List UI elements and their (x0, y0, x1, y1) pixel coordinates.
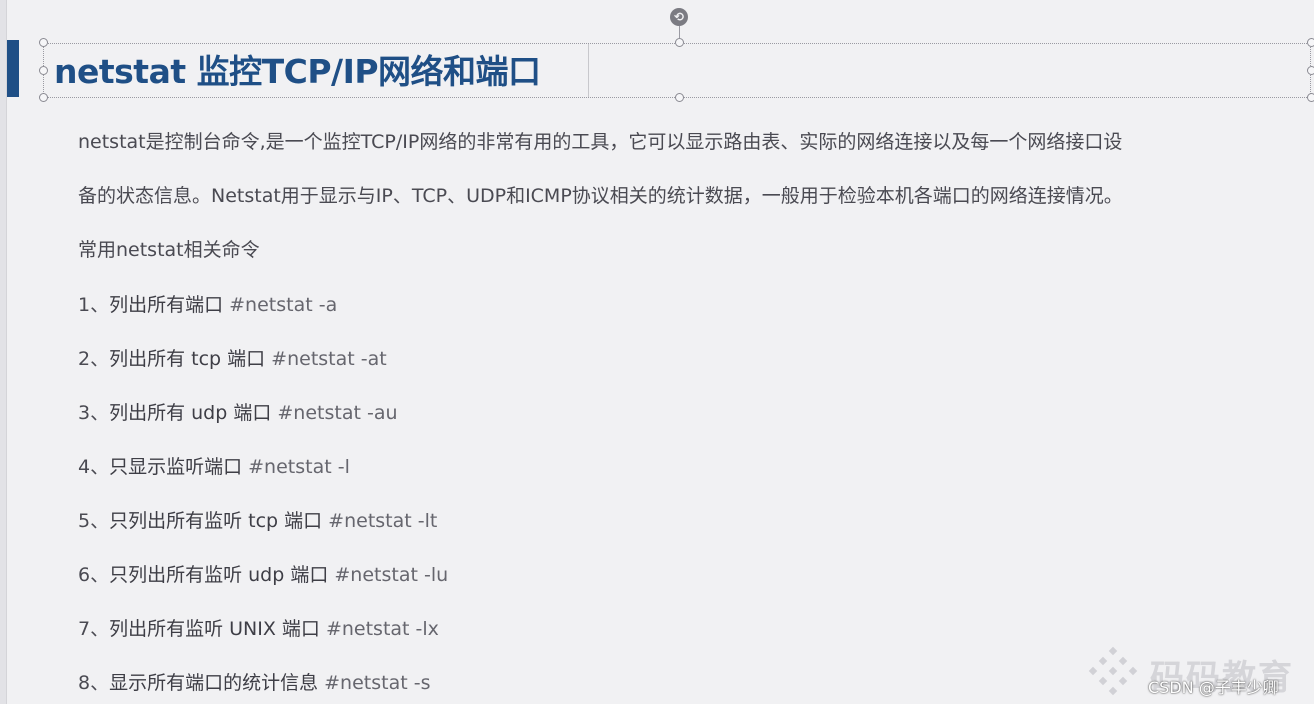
csdn-credit: CSDN @子丰少卿 (1148, 678, 1279, 697)
command-description: 显示所有端口的统计信息 (109, 672, 325, 694)
resize-handle-bottom-center[interactable] (675, 93, 684, 102)
command-item: 2、列出所有 tcp 端口 #netstat -at (78, 334, 1303, 388)
slide-title[interactable]: netstat 监控TCP/IP网络和端口 (54, 48, 541, 96)
slide-body[interactable]: netstat是控制台命令,是一个监控TCP/IP网络的非常有用的工具，它可以显… (78, 118, 1303, 704)
command-description: 列出所有监听 UNIX 端口 (109, 618, 326, 640)
paragraph-line: 备的状态信息。Netstat用于显示与IP、TCP、UDP和ICMP协议相关的统… (78, 185, 1123, 207)
resize-handle-bottom-left[interactable] (39, 93, 48, 102)
resize-handle-top-center[interactable] (675, 38, 684, 47)
command-code: #netstat -l (248, 456, 350, 478)
command-code: #netstat -at (271, 348, 387, 370)
command-number: 6、 (78, 564, 110, 586)
resize-handle-bottom-right[interactable] (1307, 93, 1314, 102)
command-number: 8、 (78, 672, 110, 694)
command-code: #netstat -au (277, 402, 398, 424)
resize-handle-middle-right[interactable] (1307, 66, 1314, 75)
slide-left-edge (0, 0, 7, 704)
command-number: 7、 (78, 618, 110, 640)
command-number: 5、 (78, 510, 110, 532)
paragraph-line: netstat是控制台命令,是一个监控TCP/IP网络的非常有用的工具，它可以显… (78, 131, 1123, 153)
command-description: 只显示监听端口 (109, 456, 249, 478)
resize-handle-top-left[interactable] (39, 38, 48, 47)
command-description: 只列出所有监听 udp 端口 (109, 564, 335, 586)
command-number: 3、 (78, 402, 110, 424)
command-number: 1、 (78, 294, 110, 316)
rotate-icon[interactable]: ⟲ (670, 8, 688, 26)
command-description: 只列出所有监听 tcp 端口 (109, 510, 329, 532)
command-item: 5、只列出所有监听 tcp 端口 #netstat -lt (78, 496, 1303, 550)
commands-subheading: 常用netstat相关命令 (78, 239, 260, 261)
command-description: 列出所有 udp 端口 (109, 402, 278, 424)
command-description: 列出所有 tcp 端口 (109, 348, 272, 370)
command-item: 6、只列出所有监听 udp 端口 #netstat -lu (78, 550, 1303, 604)
resize-handle-middle-left[interactable] (39, 66, 48, 75)
command-item: 1、列出所有端口 #netstat -a (78, 280, 1303, 334)
brand-logo-icon (1088, 646, 1138, 696)
resize-handle-top-right[interactable] (1307, 38, 1314, 47)
command-code: #netstat -lu (334, 564, 449, 586)
command-code: #netstat -lx (325, 618, 439, 640)
command-code: #netstat -a (229, 294, 338, 316)
command-code: #netstat -s (324, 672, 431, 694)
command-description: 列出所有端口 (109, 294, 230, 316)
command-number: 4、 (78, 456, 110, 478)
command-number: 2、 (78, 348, 110, 370)
slide-canvas: ⟲ netstat 监控TCP/IP网络和端口 netstat是控制台命令,是一… (0, 0, 1314, 704)
command-code: #netstat -lt (328, 510, 438, 532)
command-item: 4、只显示监听端口 #netstat -l (78, 442, 1303, 496)
rotate-handle-stem (679, 26, 680, 38)
command-item: 3、列出所有 udp 端口 #netstat -au (78, 388, 1303, 442)
title-accent-bar (7, 40, 19, 97)
